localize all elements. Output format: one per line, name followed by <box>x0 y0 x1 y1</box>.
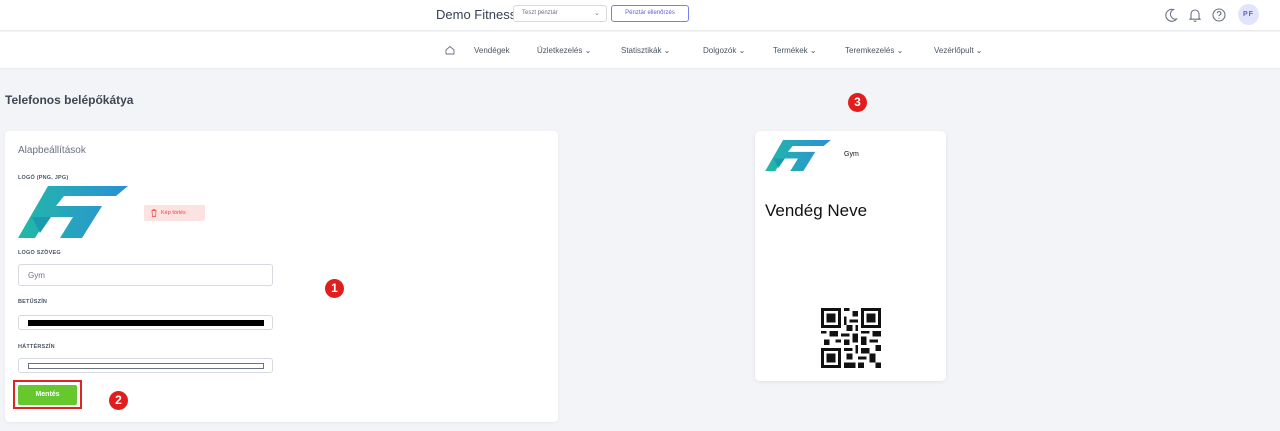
delete-image-label: Kép törlés <box>161 210 186 216</box>
settings-card: Alapbeállítások LOGÓ (PNG, JPG) Kép törl… <box>5 131 558 422</box>
logo-label: LOGÓ (PNG, JPG) <box>18 175 69 181</box>
logo-image <box>18 186 128 238</box>
nav-item-teremkezeles[interactable]: Teremkezelés ⌄ <box>845 46 903 55</box>
logo-text-input[interactable]: Gym <box>18 264 273 286</box>
nav-item-uzletkezeles[interactable]: Üzletkezelés ⌄ <box>537 46 591 55</box>
register-check-button[interactable]: Pénztár ellenőrzés <box>611 5 689 22</box>
help-icon[interactable] <box>1211 7 1227 23</box>
font-color-label: BETŰSZÍN <box>18 299 48 305</box>
trash-icon <box>151 209 157 217</box>
nav-item-statisztikak[interactable]: Statisztikák ⌄ <box>621 46 670 55</box>
preview-logo-text: Gym <box>844 151 859 158</box>
font-color-picker[interactable] <box>18 315 273 330</box>
preview-guest-name: Vendég Neve <box>765 201 868 220</box>
bg-color-swatch <box>28 363 264 369</box>
bell-icon[interactable] <box>1187 7 1203 23</box>
annotation-badge-2: 2 <box>109 391 128 410</box>
nav-item-dolgozok[interactable]: Dolgozók ⌄ <box>703 46 745 55</box>
nav-item-termekek[interactable]: Termékek ⌄ <box>773 46 817 55</box>
home-icon[interactable] <box>445 45 455 55</box>
pass-preview-card: Gym Vendég Neve <box>755 131 946 381</box>
moon-icon[interactable] <box>1163 7 1179 23</box>
avatar[interactable]: PF <box>1238 4 1259 25</box>
main-nav: Vendégek Üzletkezelés ⌄ Statisztikák ⌄ D… <box>0 32 1280 68</box>
logo-text-label: LOGO SZÖVEG <box>18 250 61 256</box>
card-title: Alapbeállítások <box>18 145 86 156</box>
bg-color-picker[interactable] <box>18 358 273 373</box>
chevron-down-icon: ⌄ <box>594 10 600 17</box>
annotation-badge-1: 1 <box>325 279 344 298</box>
preview-logo-image <box>765 140 831 171</box>
annotation-badge-3: 3 <box>848 93 867 112</box>
register-select[interactable]: Teszt pénztár ⌄ <box>513 5 607 22</box>
top-bar: Demo Fitness Teszt pénztár ⌄ Pénztár ell… <box>0 0 1280 31</box>
font-color-swatch <box>28 320 264 326</box>
nav-item-vezerlopult[interactable]: Vezérlőpult ⌄ <box>934 46 983 55</box>
delete-image-button[interactable]: Kép törlés <box>144 205 205 221</box>
qr-code <box>821 308 881 368</box>
register-select-value: Teszt pénztár <box>522 10 558 16</box>
bg-color-label: HÁTTÉRSZÍN <box>18 344 55 350</box>
brand-title: Demo Fitness <box>436 7 517 22</box>
nav-item-vendegek[interactable]: Vendégek <box>474 46 510 55</box>
page-title: Telefonos belépőkátya <box>5 93 134 107</box>
save-button[interactable]: Mentés <box>18 385 77 405</box>
